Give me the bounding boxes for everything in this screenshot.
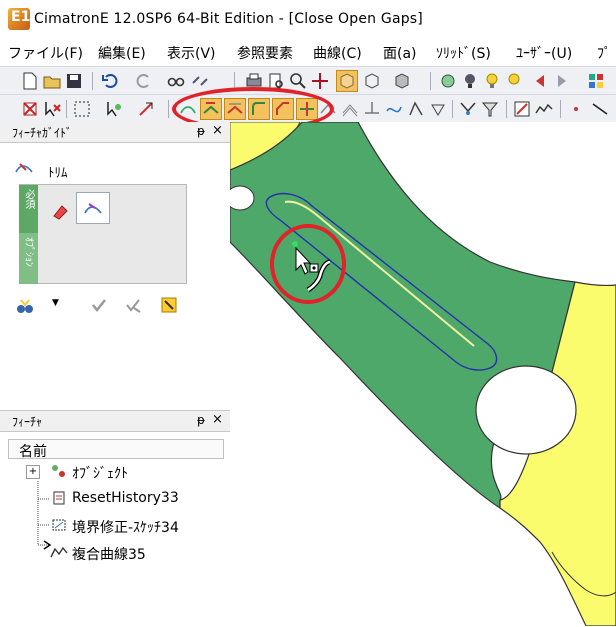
new-file-icon[interactable] [20,71,40,91]
zoom-icon[interactable] [288,71,308,91]
feature-guide-title: ﾌｨｰﾁｬｶﾞｲﾄﾞ [12,126,73,140]
tree-item-reset-history[interactable]: ResetHistory33 [72,490,179,506]
grid-icon[interactable] [586,71,606,91]
feature-guide-header: ﾌｨｰﾁｬｶﾞｲﾄﾞ ᵽ × [0,122,230,143]
apply-check-icon[interactable] [90,296,108,314]
required-tab-label: 必須 [23,189,34,209]
tree-item-boundary-fix-sketch[interactable]: 境界修正-ｽｹｯﾁ34 [72,517,179,537]
feature-tree-header: ﾌｨｰﾁｬ ᵽ × [0,411,230,432]
pin-icon[interactable]: ᵽ [197,413,205,427]
preview-toggle-icon[interactable] [160,296,178,314]
toolbar-separator [506,100,507,118]
column-header-name: 名前 [19,444,47,460]
trim-command-icon [15,163,33,173]
view-cube-icon[interactable] [392,71,412,91]
command-name: ﾄﾘﾑ [48,166,68,181]
feature-tree-panel: ﾌｨｰﾁｬ ᵽ × 名前 + ｵﾌﾞｼﾞｪｸﾄ ResetHistory33 境… [0,410,230,627]
tree-connector-lines [37,481,52,550]
cube-icon [340,73,354,89]
menu-curve[interactable]: 曲線(C) [313,43,362,63]
window-title: CimatronE 12.0SP6 64-Bit Edition - [Clos… [34,11,423,27]
feature-tree-title: ﾌｨｰﾁｬ [12,415,43,429]
bulb-light-icon[interactable] [482,71,502,91]
cursor-snap-dot [312,266,316,270]
menu-bar: ファイル(F) 編集(E) 表示(V) 参照要素 曲線(C) 面(a) ｿﾘｯﾄ… [0,38,616,64]
project-icon[interactable] [362,99,382,119]
menu-more[interactable]: ﾌﾟ [597,43,611,63]
composite-curve-tree-icon [50,546,68,558]
menu-face[interactable]: 面(a) [383,43,417,63]
expand-toggle[interactable]: + [26,465,40,479]
shaded-view-button[interactable] [336,70,358,92]
undo-icon[interactable] [100,71,120,91]
filter-tool-icon[interactable] [104,99,124,119]
toolbar-separator [430,72,431,90]
column-header[interactable]: 名前 [8,439,224,460]
light-settings-icon[interactable] [504,71,524,91]
tree-item-objects[interactable]: ｵﾌﾞｼﾞｪｸﾄ [72,463,128,483]
option-tab-label: ｵﾌﾟｼｮﾝ [23,237,34,267]
bulb-dark-icon[interactable] [460,71,480,91]
sketch-icon[interactable] [512,99,532,119]
menu-reference[interactable]: 参照要素 [237,43,293,63]
mode-dropdown-arrow-icon[interactable]: ▼ [52,298,59,308]
toolbar-separator [66,100,67,118]
menu-solid[interactable]: ｿﾘｯﾄﾞ(S) [436,43,491,63]
pick-delete-icon[interactable] [42,99,62,119]
open-folder-icon[interactable] [42,71,62,91]
pick-curve-step[interactable] [76,192,110,224]
select-tool-icon[interactable] [72,99,92,119]
menu-view[interactable]: 表示(V) [167,43,216,63]
composite-curve-icon[interactable] [534,99,554,119]
close-icon[interactable]: × [212,412,223,427]
small-hole [230,185,255,211]
required-tab[interactable]: 必須 [19,185,38,233]
point-icon[interactable] [566,99,586,119]
menu-file[interactable]: ファイル(F) [8,43,83,63]
line-icon[interactable] [590,99,610,119]
gap-point-marker [292,241,298,247]
wireframe-icon[interactable] [362,71,382,91]
round-hole [475,365,577,455]
menu-edit[interactable]: 編集(E) [98,43,146,63]
glasses-icon[interactable] [166,71,186,91]
back-arrow-icon[interactable] [530,71,550,91]
close-icon[interactable]: × [212,123,223,138]
vertex-icon[interactable] [428,99,448,119]
pan-icon[interactable] [310,71,330,91]
object-icon [52,465,65,477]
close-gap-icon[interactable] [406,99,426,119]
offset-icon[interactable] [340,99,360,119]
curve-merge-icon[interactable] [384,99,404,119]
forward-arrow-icon[interactable] [552,71,572,91]
apply-continue-icon[interactable] [124,296,142,314]
toolbar-separator [560,100,561,118]
trim-curve-icon [84,203,102,214]
curve-filter-icon[interactable] [480,99,500,119]
snap-tool-icon[interactable] [136,99,156,119]
toolbar-separator [168,100,169,118]
toolbar-separator [92,72,93,90]
reset-history-icon [53,491,65,505]
title-bar: E12 CimatronE 12.0SP6 64-Bit Edition - [… [0,0,616,38]
curve-analysis-icon[interactable] [458,99,478,119]
option-tab[interactable]: ｵﾌﾟｼｮﾝ [19,233,38,284]
mode-icon[interactable] [14,296,36,316]
pick-object-icon[interactable] [50,202,70,222]
sketch-boundary-icon [52,519,66,531]
cimatron-app-icon[interactable]: E12 [8,8,40,30]
redo-icon[interactable] [134,71,154,91]
pin-icon[interactable]: ᵽ [197,124,205,138]
save-icon[interactable] [64,71,84,91]
feature-guide-panel: ﾌｨｰﾁｬｶﾞｲﾄﾞ ᵽ × ﾄﾘﾑ 必須 ｵﾌﾟｼｮﾝ ▼ [0,122,230,410]
link-icon[interactable] [190,71,210,91]
analysis-icon[interactable] [438,71,458,91]
menu-user[interactable]: ﾕｰｻﾞｰ(U) [516,43,572,63]
toolbar-separator [452,100,453,118]
delete-icon[interactable] [20,99,40,119]
standard-toolbar [0,66,616,95]
graphics-viewport[interactable] [230,122,616,626]
tree-item-composite-curve[interactable]: 複合曲線35 [72,544,146,564]
